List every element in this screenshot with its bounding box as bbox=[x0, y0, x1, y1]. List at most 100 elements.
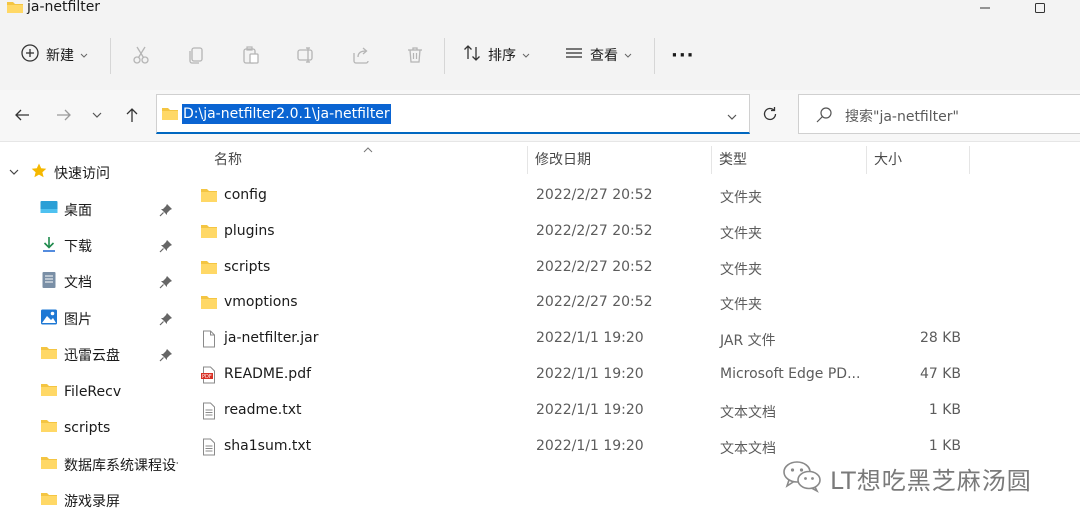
folder-icon bbox=[161, 107, 179, 125]
file-type: 文件夹 bbox=[720, 226, 762, 242]
file-row[interactable]: ja-netfilter.jar 2022/1/1 19:20 JAR 文件 2… bbox=[178, 322, 1080, 357]
sidebar-item-label: FileRecv bbox=[64, 384, 122, 400]
file-size: 47 KB bbox=[919, 366, 961, 382]
back-button[interactable] bbox=[10, 103, 34, 127]
file-row[interactable]: config 2022/2/27 20:52 文件夹 bbox=[178, 179, 1080, 214]
share-icon[interactable] bbox=[349, 43, 373, 67]
sidebar-item-xunlei[interactable]: 迅雷云盘 bbox=[40, 337, 120, 373]
sidebar-item-quick-access[interactable]: 快速访问 bbox=[8, 155, 110, 191]
column-header-size[interactable]: 大小 bbox=[874, 142, 902, 176]
blank-file-icon bbox=[200, 330, 218, 352]
column-divider[interactable] bbox=[866, 146, 867, 174]
file-size: 1 KB bbox=[928, 402, 961, 418]
folder-icon bbox=[200, 223, 218, 243]
sidebar-item-label: 桌面 bbox=[64, 203, 92, 219]
folder-icon bbox=[40, 346, 58, 364]
view-button[interactable]: 查看 bbox=[564, 39, 632, 71]
file-date: 2022/2/27 20:52 bbox=[536, 187, 653, 203]
refresh-button[interactable] bbox=[756, 98, 784, 130]
sidebar-item-filerecv[interactable]: FileRecv bbox=[40, 374, 121, 410]
column-header-type[interactable]: 类型 bbox=[719, 142, 747, 176]
sidebar-item-documents[interactable]: 文档 bbox=[40, 264, 92, 300]
delete-icon[interactable] bbox=[403, 43, 427, 67]
window-title: ja-netfilter bbox=[27, 0, 101, 15]
sidebar-item-scripts[interactable]: scripts bbox=[40, 410, 110, 446]
sidebar-item-label: 游戏录屏 bbox=[64, 494, 120, 510]
file-type: Microsoft Edge PD... bbox=[720, 366, 861, 382]
forward-button[interactable] bbox=[52, 103, 76, 127]
file-row[interactable]: vmoptions 2022/2/27 20:52 文件夹 bbox=[178, 286, 1080, 321]
pin-icon[interactable] bbox=[159, 312, 173, 326]
file-name: scripts bbox=[224, 259, 271, 275]
paste-icon[interactable] bbox=[239, 43, 263, 67]
folder-icon bbox=[200, 294, 218, 314]
view-list-icon bbox=[564, 43, 584, 67]
picture-icon bbox=[40, 308, 58, 330]
pin-icon[interactable] bbox=[159, 239, 173, 253]
maximize-button[interactable] bbox=[1020, 0, 1060, 16]
sidebar-item-desktop[interactable]: 桌面 bbox=[40, 192, 92, 228]
plus-circle-icon bbox=[20, 43, 40, 67]
navigation-pane: 快速访问 桌面 下载 文档 图片 迅雷云盘 FileRecv scripts 数… bbox=[0, 142, 178, 526]
star-icon bbox=[30, 162, 48, 184]
new-button[interactable]: 新建 bbox=[20, 39, 88, 71]
address-row: D:\ja-netfilter2.0.1\ja-netfilter 搜索"ja-… bbox=[0, 90, 1080, 142]
file-date: 2022/2/27 20:52 bbox=[536, 294, 653, 310]
file-name: ja-netfilter.jar bbox=[224, 330, 319, 346]
text-file-icon bbox=[200, 402, 218, 424]
chevron-down-icon[interactable] bbox=[8, 165, 20, 181]
file-type: 文本文档 bbox=[720, 405, 776, 421]
address-bar[interactable]: D:\ja-netfilter2.0.1\ja-netfilter bbox=[156, 94, 750, 134]
column-header-date[interactable]: 修改日期 bbox=[535, 142, 591, 176]
sidebar-item-label: scripts bbox=[64, 420, 111, 436]
cut-icon[interactable] bbox=[129, 43, 153, 67]
rename-icon[interactable] bbox=[294, 43, 318, 67]
desktop-icon bbox=[40, 200, 58, 220]
toolbar-divider bbox=[444, 38, 445, 74]
chevron-down-icon[interactable] bbox=[727, 109, 737, 125]
minimize-button[interactable] bbox=[965, 0, 1005, 16]
file-row[interactable]: scripts 2022/2/27 20:52 文件夹 bbox=[178, 251, 1080, 286]
file-row[interactable]: plugins 2022/2/27 20:52 文件夹 bbox=[178, 215, 1080, 250]
file-type: 文件夹 bbox=[720, 262, 762, 278]
address-path[interactable]: D:\ja-netfilter2.0.1\ja-netfilter bbox=[182, 104, 391, 124]
sidebar-item-pictures[interactable]: 图片 bbox=[40, 301, 92, 337]
folder-icon bbox=[200, 259, 218, 279]
file-date: 2022/1/1 19:20 bbox=[536, 330, 644, 346]
file-date: 2022/1/1 19:20 bbox=[536, 366, 644, 382]
file-row[interactable]: PDF README.pdf 2022/1/1 19:20 Microsoft … bbox=[178, 358, 1080, 393]
column-divider[interactable] bbox=[711, 146, 712, 174]
up-button[interactable] bbox=[120, 103, 144, 127]
new-button-label: 新建 bbox=[46, 48, 74, 64]
search-box[interactable]: 搜索"ja-netfilter" bbox=[798, 94, 1080, 134]
more-options-button[interactable]: ··· bbox=[671, 39, 695, 71]
svg-text:PDF: PDF bbox=[202, 374, 212, 380]
column-divider[interactable] bbox=[527, 146, 528, 174]
file-name: config bbox=[224, 187, 267, 203]
sidebar-item-downloads[interactable]: 下载 bbox=[40, 228, 92, 264]
pin-icon[interactable] bbox=[159, 275, 173, 289]
pin-icon[interactable] bbox=[159, 348, 173, 362]
file-name: readme.txt bbox=[224, 402, 302, 418]
sidebar-item-label: 数据库系统课程设计 bbox=[64, 458, 178, 474]
column-divider[interactable] bbox=[969, 146, 970, 174]
file-type: 文本文档 bbox=[720, 441, 776, 457]
folder-icon bbox=[40, 456, 58, 474]
file-row[interactable]: readme.txt 2022/1/1 19:20 文本文档 1 KB bbox=[178, 394, 1080, 429]
toolbar-divider bbox=[110, 38, 111, 74]
folder-icon bbox=[40, 383, 58, 401]
watermark-text: LT想吃黑芝麻汤圆 bbox=[830, 466, 1032, 495]
file-type: 文件夹 bbox=[720, 297, 762, 313]
sort-button[interactable]: 排序 bbox=[462, 39, 530, 71]
recent-locations-button[interactable] bbox=[85, 103, 109, 127]
sidebar-item-db-course[interactable]: 数据库系统课程设计 bbox=[40, 447, 178, 483]
file-size: 28 KB bbox=[919, 330, 961, 346]
column-header-name[interactable]: 名称 bbox=[214, 142, 242, 176]
copy-icon[interactable] bbox=[184, 43, 208, 67]
folder-icon bbox=[6, 0, 24, 18]
sidebar-item-label: 迅雷云盘 bbox=[64, 348, 120, 364]
sidebar-item-game-recordings[interactable]: 游戏录屏 bbox=[40, 483, 120, 519]
pin-icon[interactable] bbox=[159, 203, 173, 217]
folder-icon bbox=[40, 492, 58, 510]
file-type: 文件夹 bbox=[720, 190, 762, 206]
